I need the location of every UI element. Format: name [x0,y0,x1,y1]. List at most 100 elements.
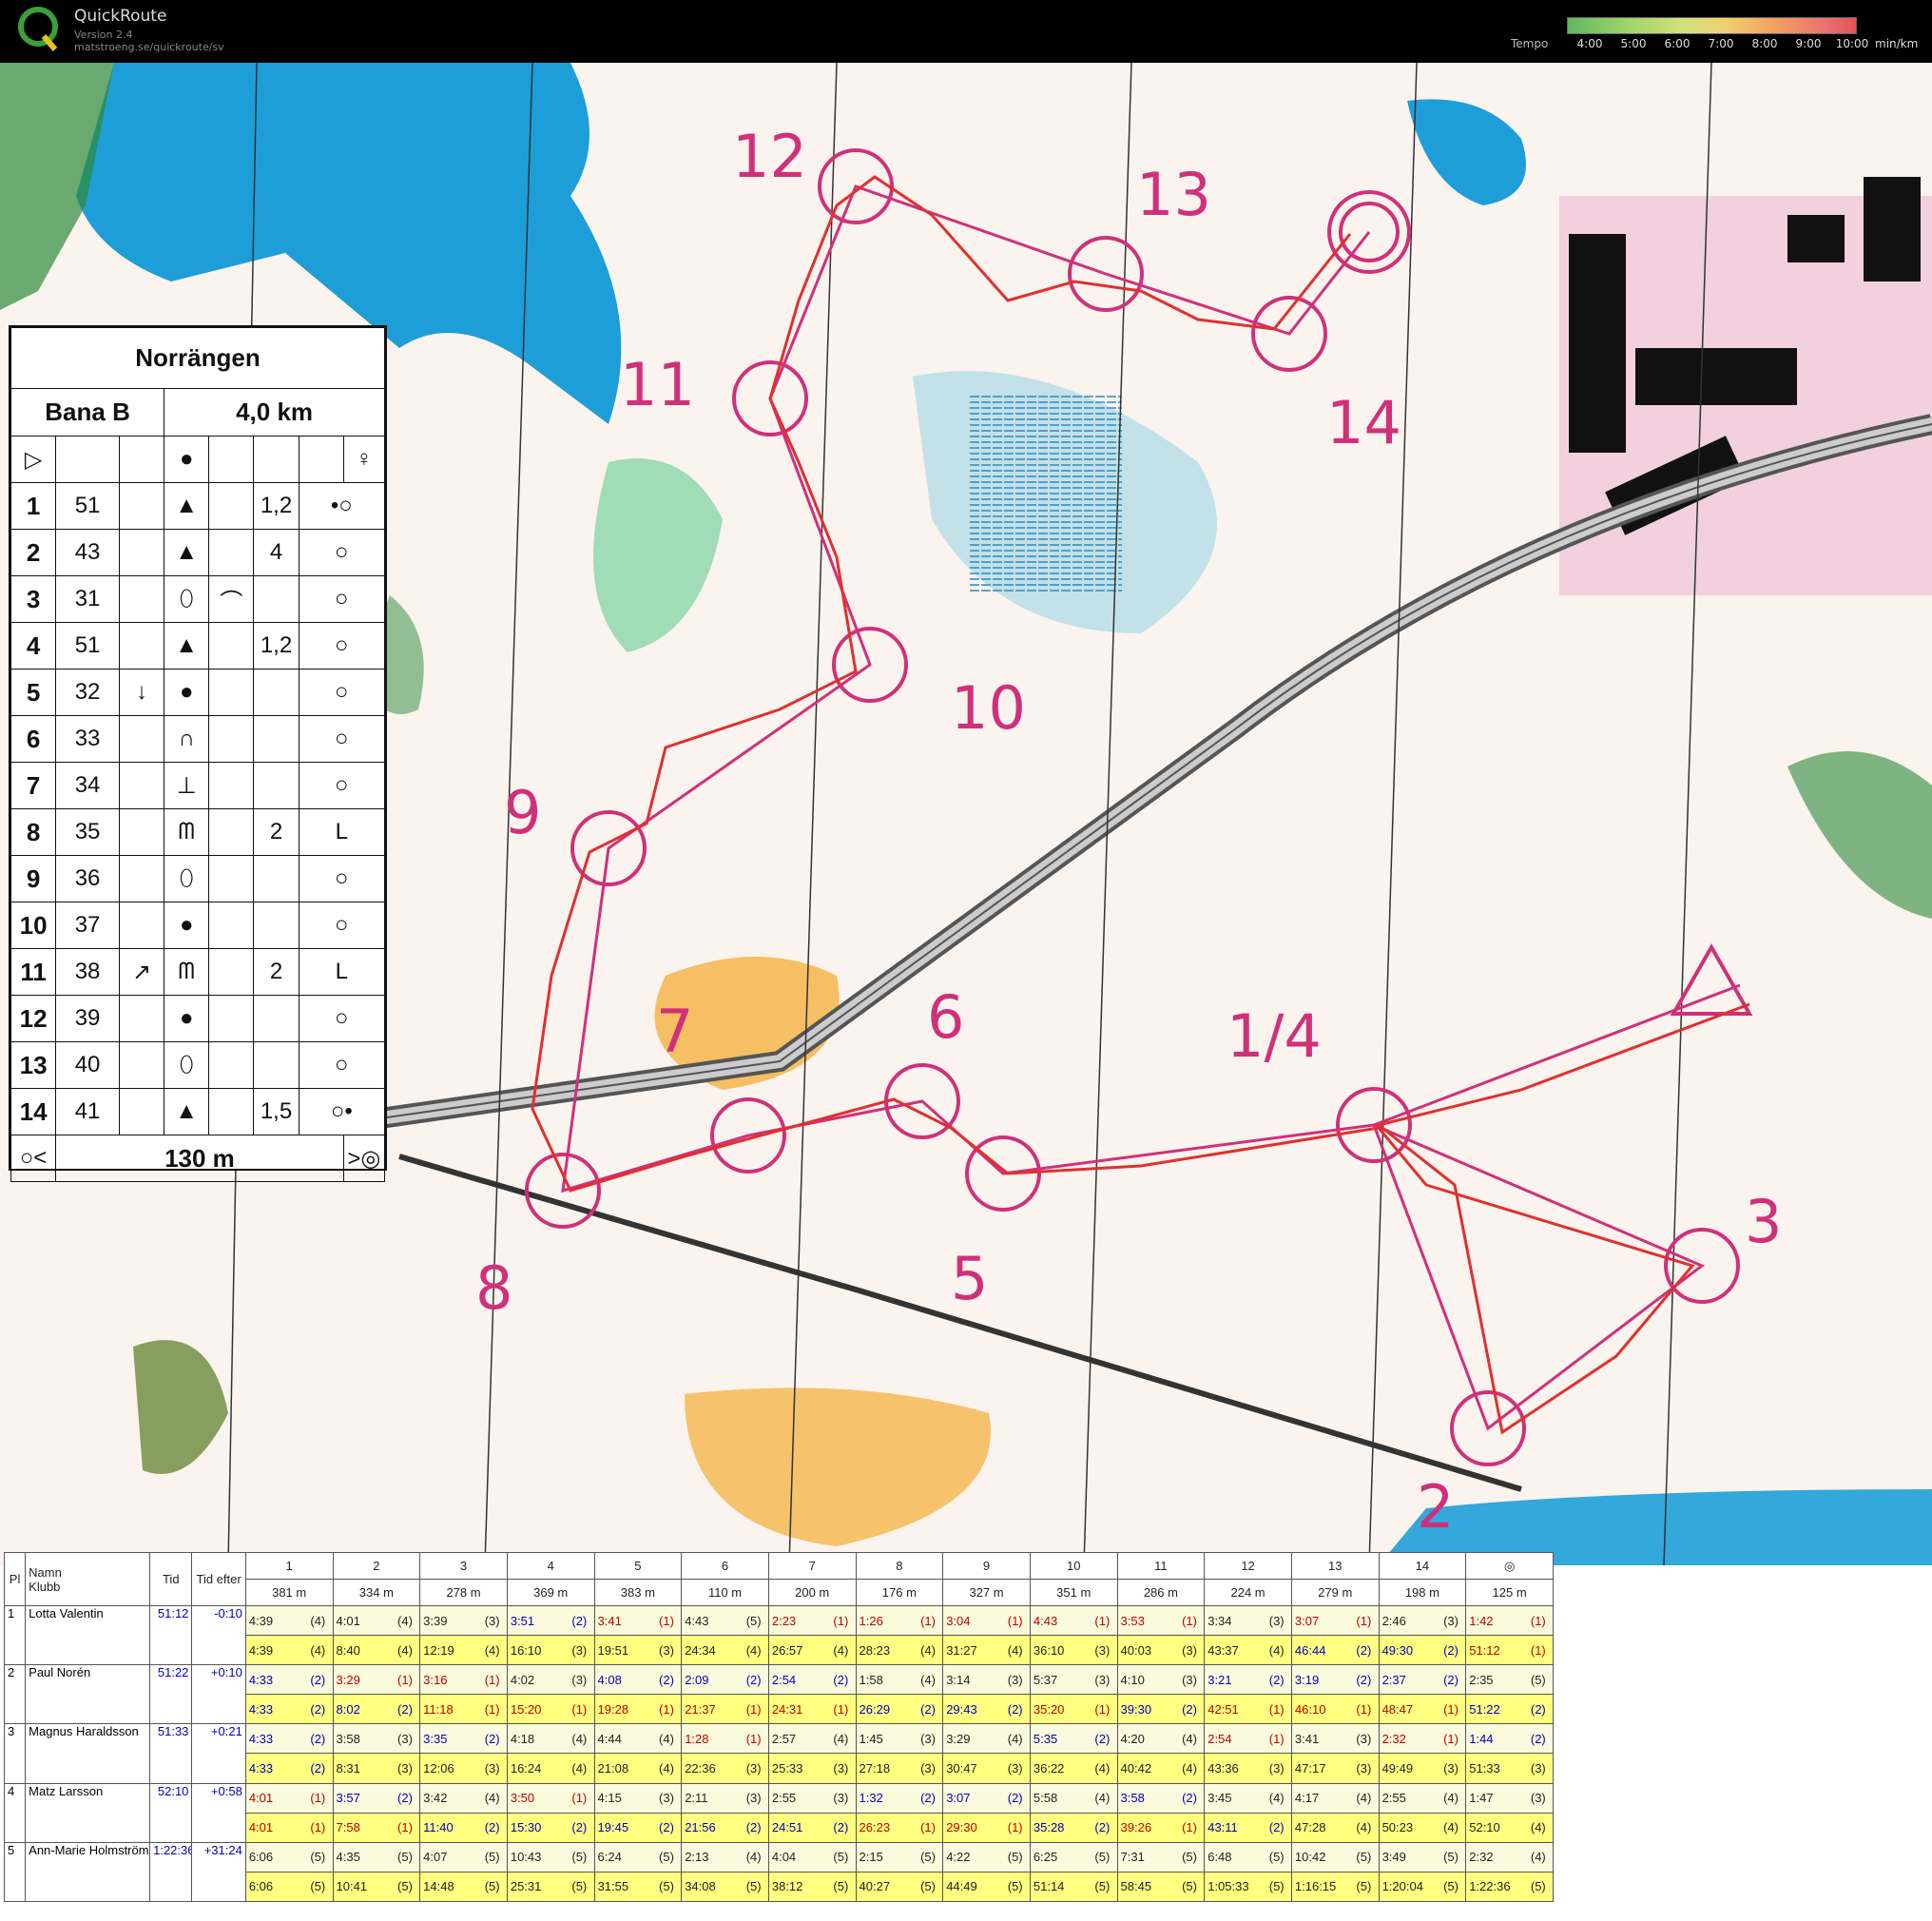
control-row: 2 43 ▲ 4 ○ [10,529,386,576]
split-rank: (5) [1356,1850,1372,1865]
split-cell: 51:12 (1) [1465,1635,1554,1666]
runner-time: 51:22 [149,1664,193,1725]
split-cell: 40:42 (4) [1116,1753,1206,1784]
split-time: 8:31 [336,1761,360,1776]
split-cell: 36:22 (4) [1029,1753,1118,1784]
split-time: 19:45 [597,1820,629,1835]
split-rank: (2) [745,1672,762,1687]
split-cell: 47:28 (4) [1290,1812,1380,1843]
split-time: 47:17 [1294,1761,1326,1776]
split-rank: (4) [920,1672,936,1687]
leg-number-header: ◎ [1465,1552,1554,1580]
split-time: 15:20 [510,1701,542,1717]
split-rank: (1) [1182,1820,1197,1835]
result-row[interactable]: 3 Magnus Haraldsson 51:33 +0:21 4:33 (2) 3:58(… [3,1723,1554,1784]
split-time: 51:12 [1469,1642,1500,1658]
gully-icon: ⊥ [164,762,210,809]
split-rank: (5) [1182,1879,1197,1894]
leg-number-header: 12 [1204,1552,1292,1580]
result-row[interactable]: 5 Ann-Marie Holmström 1:22:36 +31:24 6:06 (5)… [3,1841,1554,1903]
split-cell: 4:01 (4) [332,1604,421,1637]
split-time: 19:51 [597,1642,629,1658]
split-rank: (4) [1182,1761,1197,1776]
runner-time-behind: +0:10 [191,1664,246,1725]
runner-time: 51:12 [149,1604,193,1666]
header-pl: Pl [3,1552,27,1606]
split-cell: 7:58 (1) [332,1812,421,1843]
split-rank: (2) [1182,1701,1197,1717]
split-cell: 4:01 (1) [244,1782,334,1814]
split-cell: 1:05:33 (5) [1204,1871,1292,1903]
header-time: Tid [149,1552,193,1606]
split-cell: 4:10 (3) [1116,1664,1206,1696]
split-rank: (2) [397,1791,413,1806]
split-cell: 26:57 (4) [767,1635,857,1666]
split-time: 6:24 [597,1850,622,1865]
split-rank: (2) [659,1820,674,1835]
location-symbol-icon: ○ [298,575,386,623]
split-time: 2:55 [1381,1791,1406,1806]
split-cell: 24:34 (4) [681,1635,769,1666]
result-row[interactable]: 4 Matz Larsson 52:10 +0:58 4:01 (1) 3:57 (2) 3:4… [3,1782,1554,1843]
split-time: 12:19 [423,1642,454,1658]
result-row[interactable]: 1 Lotta Valentin 51:12 -0:10 4:39 (4) 4:01 (4) 3… [3,1604,1554,1666]
split-cell: 3:51 (2) [506,1604,595,1637]
map-label-9: 9 [504,778,541,847]
split-rank: (2) [1356,1642,1372,1658]
split-rank: (1) [571,1791,588,1806]
split-time: 3:21 [1208,1672,1232,1687]
split-rank: (1) [1182,1613,1197,1628]
location-symbol-icon: ○ [298,529,386,576]
split-time: 5:37 [1033,1672,1058,1687]
split-rank: (5) [310,1879,326,1894]
split-rank: (5) [659,1850,674,1865]
split-rank: (4) [484,1642,500,1658]
knoll-icon: ⬯ [164,575,210,623]
split-time: 3:14 [946,1672,971,1687]
split-time: 50:23 [1381,1820,1414,1835]
leg-distance-header: 198 m [1378,1579,1467,1606]
tempo-tick: 6:00 [1664,37,1690,50]
split-cell: 1:16:15 (5) [1290,1871,1380,1903]
split-rank: (4) [1530,1820,1546,1835]
event-name: Norrängen [10,327,385,389]
runner-time: 52:10 [149,1782,193,1843]
split-rank: (3) [920,1761,936,1776]
split-rank: (3) [745,1761,762,1776]
split-rank: (2) [1007,1791,1023,1806]
leg-distance-header: 334 m [332,1579,421,1606]
app-url: matstroeng.se/quickroute/sv [74,41,224,53]
leg-number-header: 13 [1290,1552,1380,1580]
split-time: 3:34 [1208,1613,1232,1628]
start-triangle-icon: ▷ [10,436,57,483]
split-cell: 34:08 (5) [681,1871,769,1903]
split-time: 29:30 [946,1820,977,1835]
split-cell: 30:47 (3) [942,1753,1031,1784]
split-time: 1:44 [1469,1731,1494,1746]
split-cell: 3:58 (2) [1116,1782,1206,1814]
map-label-14: 14 [1326,388,1401,457]
result-row[interactable]: 2 Paul Norén 51:22 +0:10 4:33 (2) 3:29 (1) 3:16(… [3,1664,1554,1725]
split-rank: (4) [659,1761,674,1776]
app-version: Version 2.4 [74,29,133,41]
start-row: ▷ ● ♀ [10,436,386,483]
split-cell: 3:41 (1) [593,1604,683,1637]
leg-distance-header: 110 m [681,1579,769,1606]
runner-time-behind: -0:10 [191,1604,246,1666]
boulder-icon: ▲ [164,622,210,669]
map-label-10: 10 [951,673,1026,743]
split-rank: (1) [920,1613,936,1628]
split-time: 46:44 [1294,1642,1326,1658]
split-time: 2:11 [685,1791,708,1806]
split-time: 51:33 [1469,1761,1500,1776]
split-cell: 49:30 (2) [1378,1635,1467,1666]
split-time: 14:48 [423,1879,454,1894]
split-time: 26:57 [771,1642,803,1658]
split-time: 36:22 [1033,1761,1065,1776]
map-label-2: 2 [1417,1472,1454,1542]
split-cell: 4:39 (4) [244,1635,334,1666]
split-time: 42:51 [1208,1701,1239,1717]
split-rank: (3) [833,1761,849,1776]
map-label-13: 13 [1136,160,1211,229]
split-rank: (4) [571,1761,588,1776]
